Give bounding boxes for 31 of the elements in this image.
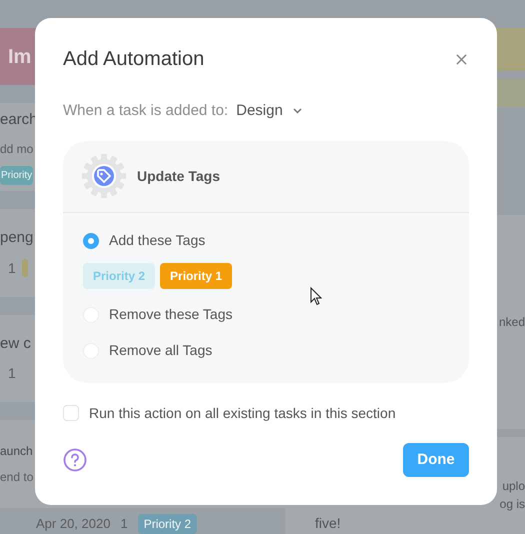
due-date: Apr 20, 2020 (36, 515, 110, 534)
task-text: five! (314, 514, 342, 533)
option-label[interactable]: Remove all Tags (109, 340, 212, 361)
tag-gear-icon (81, 153, 127, 199)
task-description: dd mo (0, 140, 34, 158)
dialog-title: Add Automation (63, 47, 204, 72)
trigger-label: When a task is added to: (63, 101, 228, 121)
close-icon (456, 54, 466, 64)
comment-count: 1 (7, 364, 16, 384)
section-dropdown[interactable]: Design (236, 100, 302, 122)
chevron-down-icon (292, 108, 302, 114)
comment-count: 1 (120, 515, 128, 534)
radio-button[interactable] (83, 232, 99, 248)
tag: Priority 2 (138, 514, 198, 534)
mouse-pointer-icon (310, 287, 322, 306)
task-text: nked (498, 314, 525, 332)
task-text: uplo (502, 478, 525, 495)
option-label[interactable]: Remove these Tags (109, 304, 232, 325)
task-title: aunch (0, 443, 33, 460)
task-text: og is (500, 496, 525, 513)
option-label[interactable]: Add these Tags (109, 230, 206, 251)
action-title: Update Tags (137, 166, 220, 186)
help-icon[interactable] (63, 448, 87, 472)
tag: Priority (0, 166, 34, 185)
checkbox[interactable] (63, 405, 79, 421)
task-title: ew c (0, 334, 31, 354)
column-title: Im (7, 44, 32, 70)
task-title: peng (0, 228, 34, 248)
checkbox-label[interactable]: Run this action on all existing tasks in this section (89, 402, 396, 424)
task-description: end to (0, 469, 34, 486)
comment-count: 1 (7, 258, 16, 278)
